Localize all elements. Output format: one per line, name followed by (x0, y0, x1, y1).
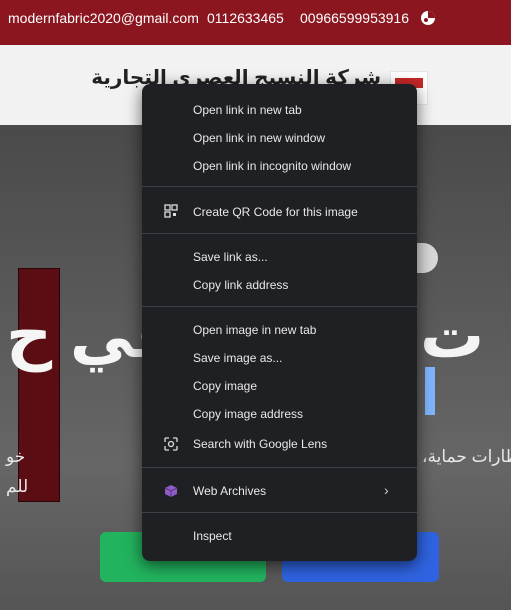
hero-paragraph-line1-left: خو (6, 447, 26, 466)
menu-save-link-as[interactable]: Save link as... (193, 250, 268, 264)
web-archives-icon (164, 485, 178, 497)
google-lens-icon (164, 437, 178, 451)
menu-inspect[interactable]: Inspect (193, 529, 232, 543)
qr-code-icon (164, 204, 178, 218)
menu-separator (142, 306, 417, 307)
menu-open-link-new-window[interactable]: Open link in new window (193, 131, 325, 145)
hero-paragraph-line2: للم (6, 477, 29, 496)
phone-2-link[interactable]: 00966599953916 (300, 10, 409, 26)
chevron-right-icon: › (384, 482, 389, 498)
menu-copy-link-address[interactable]: Copy link address (193, 278, 288, 292)
menu-web-archives[interactable]: Web Archives (193, 484, 266, 498)
menu-separator (142, 512, 417, 513)
menu-open-image-new-tab[interactable]: Open image in new tab (193, 323, 316, 337)
menu-open-link-incognito[interactable]: Open link in incognito window (193, 159, 351, 173)
menu-separator (142, 186, 417, 187)
phone-1-link[interactable]: 0112633465 (207, 10, 284, 26)
menu-save-image-as[interactable]: Save image as... (193, 351, 282, 365)
hero-accent-line (425, 367, 435, 415)
hero-paragraph-line1-right: ت، نظارات حماية، (422, 447, 511, 466)
menu-separator (142, 467, 417, 468)
menu-copy-image[interactable]: Copy image (193, 379, 257, 393)
hero-headline-right: ت (420, 299, 485, 371)
email-link[interactable]: modernfabric2020@gmail.com (8, 10, 199, 26)
menu-open-link-new-tab[interactable]: Open link in new tab (193, 103, 302, 117)
menu-create-qr-code[interactable]: Create QR Code for this image (193, 205, 358, 219)
top-contact-bar: modernfabric2020@gmail.com 0112633465 00… (0, 0, 511, 45)
globe-icon[interactable] (420, 10, 436, 26)
menu-separator (142, 233, 417, 234)
menu-copy-image-address[interactable]: Copy image address (193, 407, 303, 421)
menu-search-google-lens[interactable]: Search with Google Lens (193, 437, 327, 451)
context-menu: Open link in new tab Open link in new wi… (142, 84, 417, 561)
